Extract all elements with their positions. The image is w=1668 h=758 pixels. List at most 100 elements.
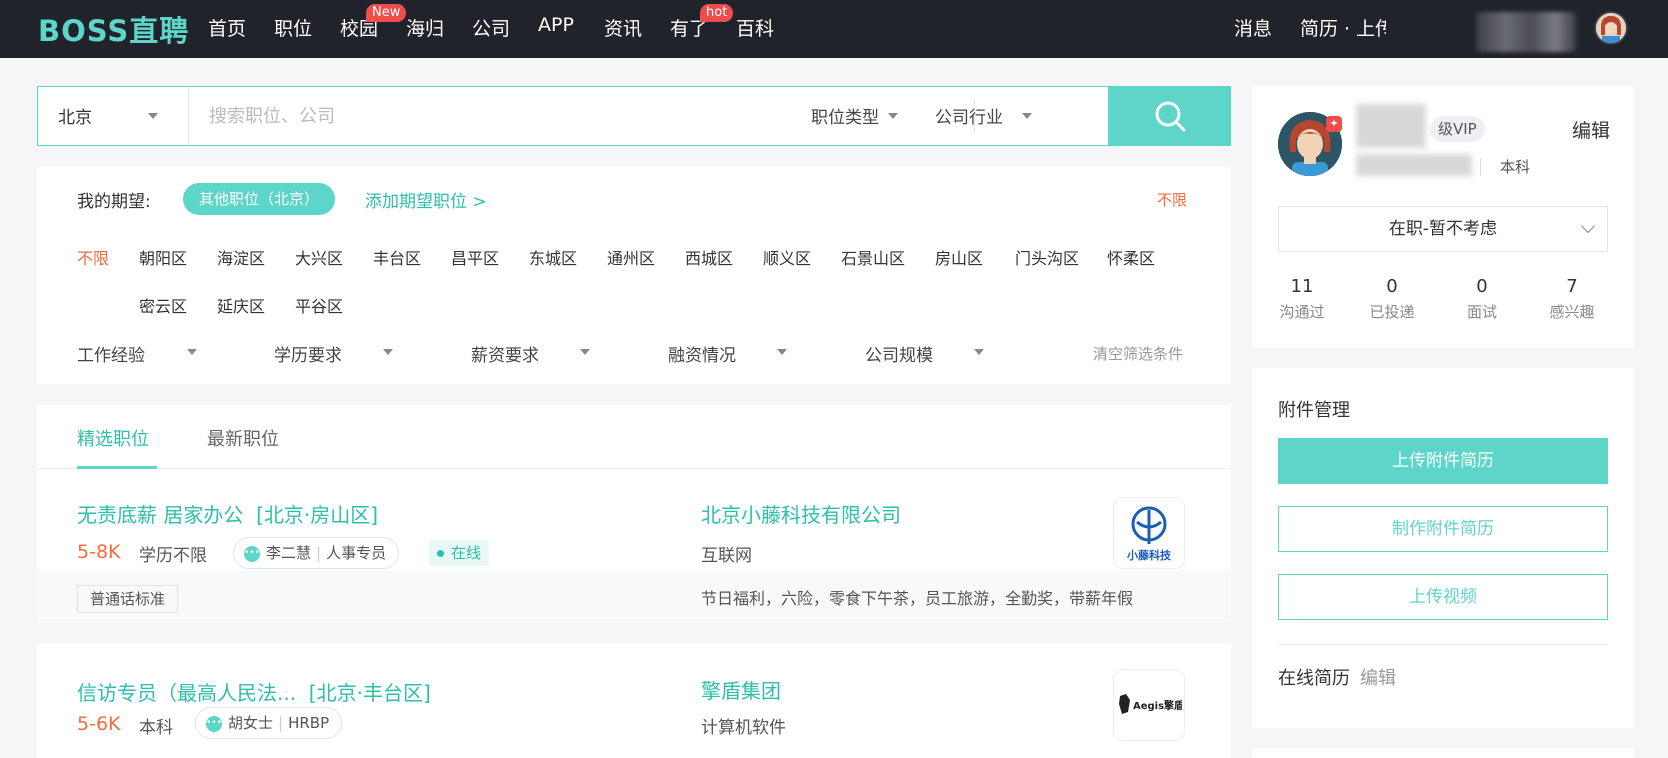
district-item[interactable]: 密云区	[139, 293, 187, 317]
chat-icon: •••	[206, 716, 222, 732]
hr-contact[interactable]: ••• 李二慧 | 人事专员	[233, 537, 400, 569]
company-benefits: 节日福利，六险，零食下午茶，员工旅游，全勤奖，带薪年假	[701, 589, 1134, 608]
financing-caret-icon	[777, 349, 787, 355]
add-expect-link[interactable]: 添加期望职位 >	[365, 187, 487, 212]
job-card[interactable]: 无责底薪 居家办公 [北京·房山区] 5-8K 学历不限 ••• 李二慧 | 人事专员…	[37, 469, 1231, 571]
job-title[interactable]: 无责底薪 居家办公 [北京·房山区]	[77, 499, 378, 528]
nav-news[interactable]: 资讯	[604, 14, 642, 41]
search-button[interactable]	[1108, 86, 1231, 146]
district-item[interactable]: 昌平区	[451, 245, 499, 269]
job-status-select[interactable]: 在职-暂不考虑	[1278, 206, 1608, 252]
city-caret-icon	[148, 113, 158, 119]
stat-interview[interactable]: 0 面试	[1442, 276, 1522, 322]
job-type-select[interactable]: 职位类型	[811, 103, 879, 128]
search-bar: 北京 职位类型 公司行业	[37, 86, 1231, 146]
district-all[interactable]: 不限	[77, 245, 109, 269]
nav-wiki[interactable]: 百科	[736, 14, 774, 41]
svg-text:小藤科技: 小藤科技	[1126, 548, 1172, 562]
job-title[interactable]: 信访专员（最高人民法... [北京·丰台区]	[77, 677, 431, 706]
resume-upload-link[interactable]: 简历 · 上传	[1300, 14, 1386, 41]
industry-caret-icon	[1022, 113, 1032, 119]
online-badge: 在线	[429, 540, 490, 566]
attachment-title: 附件管理	[1278, 400, 1350, 421]
industry-select[interactable]: 公司行业	[935, 103, 1003, 128]
search-icon	[1155, 101, 1185, 132]
vip-badge[interactable]: 级VIP	[1430, 116, 1485, 142]
nav-company[interactable]: 公司	[472, 14, 510, 41]
district-item[interactable]: 大兴区	[295, 245, 343, 269]
next-sidebar-panel	[1252, 748, 1634, 758]
company-industry: 计算机软件	[701, 718, 786, 738]
company-name[interactable]: 北京小藤科技有限公司	[701, 499, 901, 528]
salary-caret-icon	[580, 349, 590, 355]
hot-badge: hot	[700, 4, 734, 22]
district-item[interactable]: 通州区	[607, 245, 655, 269]
job-list: 精选职位 最新职位 无责底薪 居家办公 [北京·房山区] 5-8K 学历不限 •…	[37, 405, 1231, 758]
scale-caret-icon	[974, 349, 984, 355]
vip-mark-icon: ✦	[1326, 116, 1342, 132]
job-salary: 5-8K	[77, 541, 121, 563]
profile-name-blurred	[1356, 104, 1426, 148]
upload-resume-button[interactable]: 上传附件简历	[1278, 438, 1608, 484]
tab-latest[interactable]: 最新职位	[207, 425, 279, 451]
clear-filters-link[interactable]: 清空筛选条件	[1093, 343, 1183, 364]
job-education: 本科	[139, 718, 173, 738]
district-item[interactable]: 顺义区	[763, 245, 811, 269]
financing-filter[interactable]: 融资情况	[668, 341, 736, 366]
stat-contacted[interactable]: 11 沟通过	[1262, 276, 1342, 322]
district-item[interactable]: 怀柔区	[1107, 245, 1155, 269]
salary-filter[interactable]: 薪资要求	[471, 341, 539, 366]
nav-jobs[interactable]: 职位	[274, 14, 312, 41]
district-item[interactable]: 门头沟区	[1015, 245, 1079, 269]
district-item[interactable]: 东城区	[529, 245, 577, 269]
district-item[interactable]: 海淀区	[217, 245, 265, 269]
boss-logo[interactable]: BOSS直聘	[38, 8, 189, 50]
nav-home[interactable]: 首页	[208, 14, 246, 41]
district-item[interactable]: 延庆区	[217, 293, 265, 317]
company-logo[interactable]: 小藤科技	[1113, 497, 1185, 569]
messages-link[interactable]: 消息	[1234, 14, 1272, 41]
chevron-down-icon	[1580, 218, 1596, 234]
chat-icon: •••	[244, 546, 260, 562]
experience-filter[interactable]: 工作经验	[77, 341, 145, 366]
expect-chip[interactable]: 其他职位（北京）	[183, 183, 336, 215]
scale-filter[interactable]: 公司规模	[865, 341, 933, 366]
education-filter[interactable]: 学历要求	[274, 341, 342, 366]
hr-contact[interactable]: ••• 胡女士 | HRBP	[195, 707, 343, 739]
job-type-caret-icon	[888, 113, 898, 119]
nav-overseas[interactable]: 海归	[406, 14, 444, 41]
education-caret-icon	[383, 349, 393, 355]
job-card-footer: 普通话标准 节日福利，六险，零食下午茶，员工旅游，全勤奖，带薪年假	[37, 571, 1231, 623]
city-select[interactable]: 北京	[58, 103, 92, 128]
upload-video-button[interactable]: 上传视频	[1278, 574, 1608, 620]
new-badge: New	[366, 4, 407, 22]
district-item[interactable]: 平谷区	[295, 293, 343, 317]
expect-no-limit[interactable]: 不限	[1157, 189, 1187, 210]
job-tag: 普通话标准	[77, 585, 179, 613]
online-resume-label: 在线简历	[1278, 668, 1350, 689]
user-avatar-icon[interactable]	[1594, 11, 1628, 45]
attachment-divider	[1278, 644, 1608, 645]
stat-applied[interactable]: 0 已投递	[1352, 276, 1432, 322]
job-tabs: 精选职位 最新职位	[37, 405, 1231, 469]
job-card[interactable]: 信访专员（最高人民法... [北京·丰台区] 5-6K 本科 ••• 胡女士 | HR…	[37, 643, 1231, 758]
attachment-panel: 附件管理 上传附件简历 制作附件简历 上传视频 在线简历 编辑	[1252, 368, 1634, 728]
user-name-blurred	[1476, 12, 1576, 52]
tab-featured[interactable]: 精选职位	[77, 425, 149, 451]
district-item[interactable]: 丰台区	[373, 245, 421, 269]
stat-interested[interactable]: 7 感兴趣	[1532, 276, 1612, 322]
make-resume-button[interactable]: 制作附件简历	[1278, 506, 1608, 552]
district-item[interactable]: 西城区	[685, 245, 733, 269]
online-resume-edit-link[interactable]: 编辑	[1360, 664, 1396, 690]
search-input[interactable]	[188, 87, 838, 145]
district-item[interactable]: 朝阳区	[139, 245, 187, 269]
profile-info-blurred	[1356, 154, 1472, 176]
experience-caret-icon	[187, 349, 197, 355]
district-item[interactable]: 房山区	[935, 245, 983, 269]
district-item[interactable]: 石景山区	[841, 245, 905, 269]
company-industry: 互联网	[701, 546, 752, 566]
company-logo[interactable]: Aegis擎盾	[1113, 669, 1185, 741]
company-name[interactable]: 擎盾集团	[701, 675, 781, 704]
nav-app[interactable]: APP	[538, 14, 574, 36]
profile-edit-link[interactable]: 编辑	[1572, 116, 1610, 143]
